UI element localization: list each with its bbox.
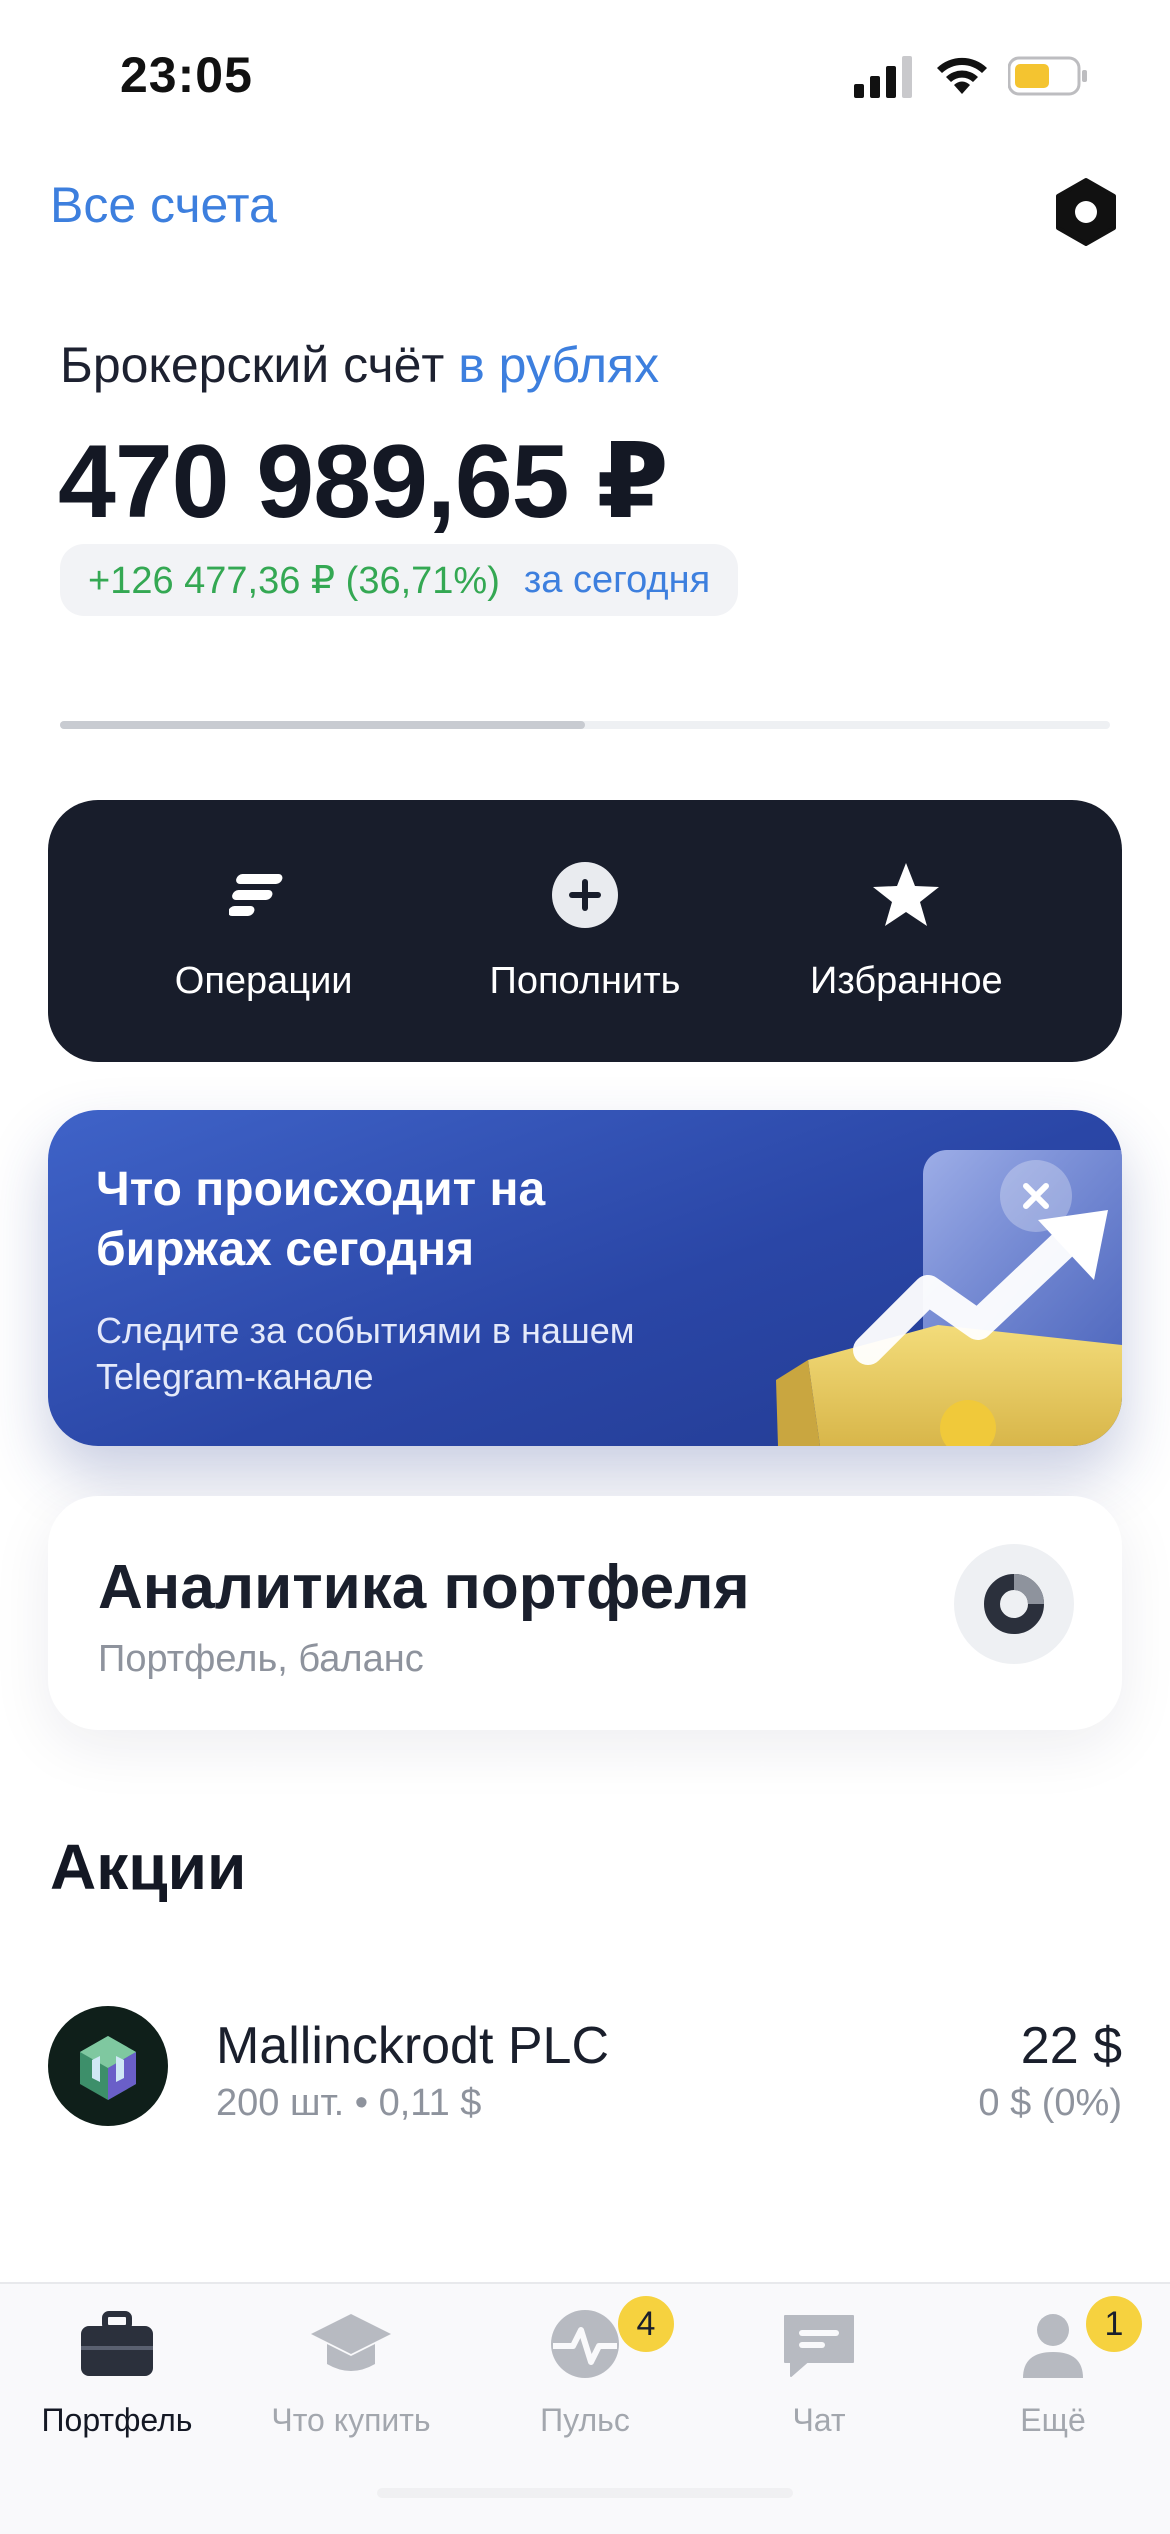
- tab-chat[interactable]: Чат: [702, 2302, 936, 2452]
- tab-more-label: Ещё: [1020, 2402, 1086, 2438]
- stock-name: Mallinckrodt PLC: [216, 2017, 610, 2075]
- portfolio-balance: 470 989,65 ₽: [58, 424, 669, 540]
- telegram-promo-banner[interactable]: Что происходит на биржах сегодня Следите…: [48, 1110, 1122, 1446]
- close-icon: [1023, 1183, 1049, 1209]
- cellular-signal-icon: [854, 56, 912, 98]
- graduation-cap-icon: [311, 2314, 391, 2371]
- favorites-button[interactable]: Избранное: [746, 860, 1067, 1003]
- operations-label: Операции: [174, 959, 353, 1002]
- analytics-icon-container: [954, 1544, 1074, 1664]
- more-notification-badge: 1: [1086, 2296, 1142, 2352]
- home-indicator: [377, 2488, 793, 2498]
- stock-change: 0 $ (0%): [978, 2082, 1122, 2124]
- settings-icon[interactable]: [1050, 176, 1122, 248]
- top-up-button[interactable]: Пополнить: [424, 860, 745, 1003]
- tab-portfolio[interactable]: Портфель: [0, 2302, 234, 2452]
- profile-icon: [1023, 2314, 1083, 2378]
- star-icon: [873, 862, 940, 926]
- daily-change-value: +126 477,36 ₽ (36,71%): [88, 559, 500, 602]
- mallinckrodt-logo: [48, 2006, 168, 2126]
- tab-chat-label: Чат: [792, 2402, 846, 2438]
- portfolio-analytics-card[interactable]: Аналитика портфеля Портфель, баланс: [48, 1496, 1122, 1730]
- stock-quantity-price: 200 шт. • 0,11 $: [216, 2082, 482, 2124]
- all-accounts-link[interactable]: Все счета: [50, 176, 277, 234]
- promo-subtitle: Следите за событиями в нашем Telegram-ка…: [96, 1310, 635, 1397]
- tab-pulse-label: Пульс: [540, 2402, 630, 2438]
- stock-total-value: 22 $: [1020, 2017, 1122, 2075]
- account-pager-progress: [60, 721, 1110, 729]
- account-title: Брокерский счёт в рублях: [60, 336, 659, 394]
- donut-chart-icon: [984, 1574, 1044, 1634]
- battery-icon: [1008, 56, 1087, 96]
- pulse-icon: [551, 2310, 619, 2378]
- favorites-label: Избранное: [810, 959, 1003, 1002]
- tab-pulse[interactable]: Пульс 4: [468, 2296, 702, 2452]
- analytics-title: Аналитика портфеля: [98, 1553, 750, 1622]
- operations-button[interactable]: Операции: [103, 860, 424, 1003]
- tab-what-to-buy[interactable]: Что купить: [234, 2302, 468, 2452]
- stock-row[interactable]: Mallinckrodt PLC 200 шт. • 0,11 $ 22 $ 0…: [48, 2006, 1122, 2130]
- top-up-label: Пополнить: [489, 959, 681, 1002]
- stocks-section-title: Акции: [50, 1831, 247, 1903]
- account-pager-progress-fill: [60, 721, 585, 729]
- quick-actions-panel: Операции Пополнить Избранное: [48, 800, 1122, 1062]
- currency-selector[interactable]: в рублях: [458, 337, 659, 393]
- tab-portfolio-label: Портфель: [41, 2402, 193, 2438]
- analytics-subtitle: Портфель, баланс: [98, 1638, 424, 1680]
- briefcase-icon: [81, 2311, 153, 2376]
- account-type: Брокерский счёт: [60, 337, 445, 393]
- rising-chart-illustration: [776, 1150, 1122, 1446]
- close-promo-button[interactable]: [1000, 1160, 1072, 1232]
- tab-what-to-buy-label: Что купить: [271, 2402, 431, 2438]
- status-time: 23:05: [120, 47, 253, 103]
- change-period[interactable]: за сегодня: [524, 559, 710, 602]
- daily-change-pill[interactable]: +126 477,36 ₽ (36,71%) за сегодня: [60, 544, 739, 616]
- company-logo-icon: [80, 2036, 136, 2100]
- wifi-icon: [937, 57, 987, 94]
- tab-more[interactable]: Ещё 1: [936, 2296, 1170, 2452]
- pulse-notification-badge: 4: [618, 2296, 674, 2352]
- promo-title: Что происходит на биржах сегодня: [96, 1163, 546, 1276]
- plus-circle-icon: [551, 861, 618, 928]
- operations-icon: [228, 873, 283, 916]
- chat-icon: [784, 2315, 854, 2377]
